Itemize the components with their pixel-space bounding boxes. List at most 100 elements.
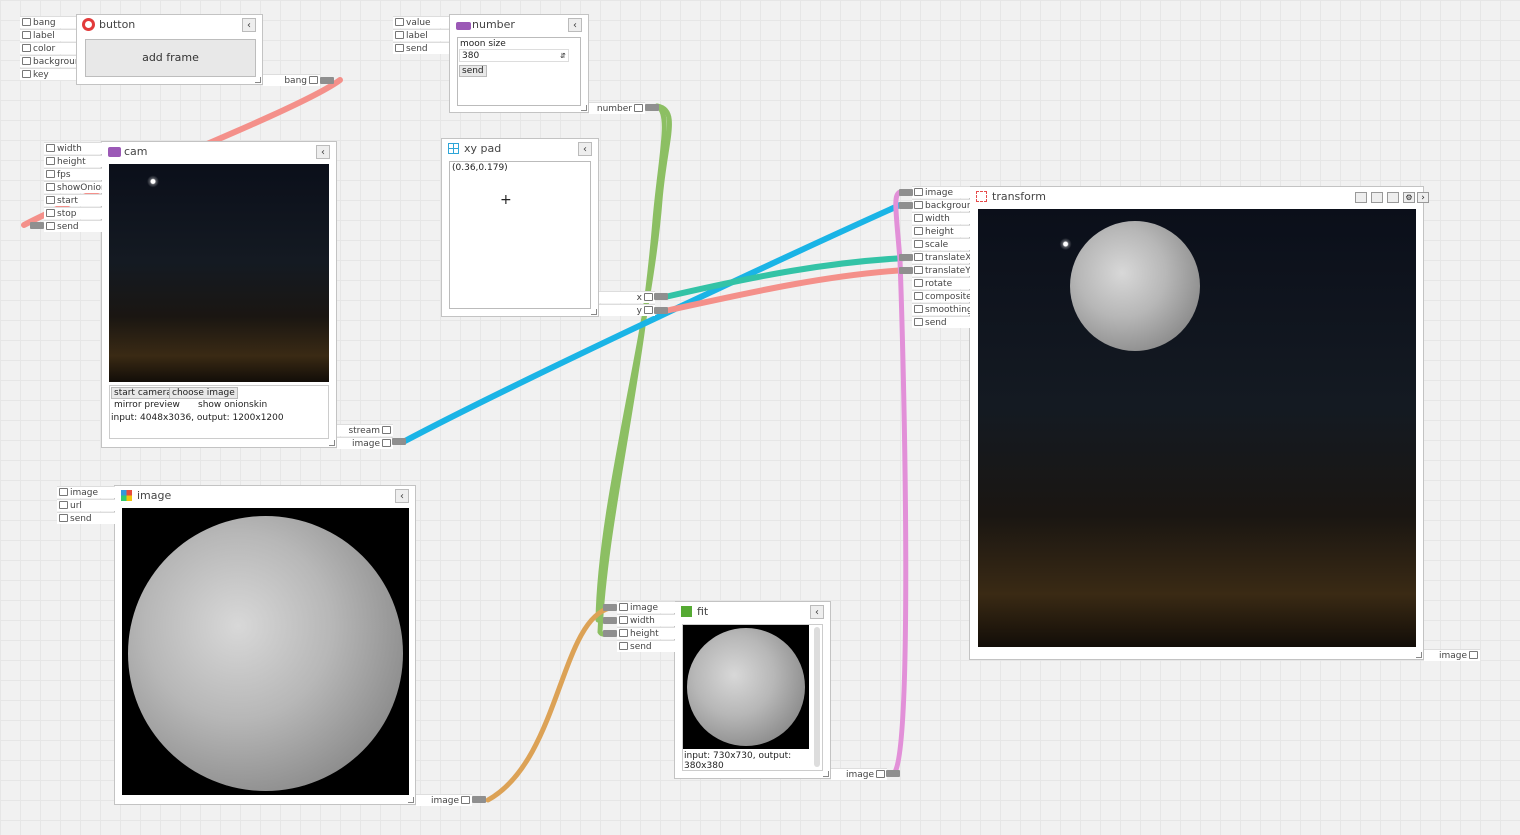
- port-width[interactable]: width: [912, 212, 970, 224]
- resize-handle[interactable]: [255, 77, 261, 83]
- node-header[interactable]: cam ‹: [102, 142, 336, 162]
- chevron-left-icon[interactable]: ‹: [578, 142, 592, 156]
- port-bang[interactable]: bang: [20, 16, 76, 28]
- wire-number-to-fit-width[interactable]: [595, 103, 672, 623]
- port-url[interactable]: url: [57, 499, 115, 511]
- port-label[interactable]: label: [393, 29, 449, 41]
- port-height[interactable]: height: [617, 627, 675, 639]
- port-showonionskin[interactable]: showOnionskin: [44, 181, 102, 193]
- port-send[interactable]: send: [617, 640, 675, 652]
- plug[interactable]: [899, 254, 913, 261]
- port-scale[interactable]: scale: [912, 238, 970, 250]
- port-width[interactable]: width: [617, 614, 675, 626]
- port-stop[interactable]: stop: [44, 207, 102, 219]
- plug[interactable]: [645, 104, 659, 111]
- node-header[interactable]: fit ‹: [675, 602, 830, 622]
- send-button[interactable]: send: [459, 65, 487, 77]
- trash-icon[interactable]: [1371, 192, 1383, 203]
- wire-image-to-fit[interactable]: [485, 605, 613, 803]
- resize-handle[interactable]: [1416, 652, 1422, 658]
- copy-icon[interactable]: [1387, 192, 1399, 203]
- number-node[interactable]: number ‹ moon size 380 ⇵ send: [449, 14, 589, 113]
- node-header[interactable]: number ‹: [450, 15, 588, 35]
- port-out-bang[interactable]: bang: [263, 74, 320, 86]
- port-out-y[interactable]: y: [599, 304, 655, 316]
- plug[interactable]: [654, 307, 668, 314]
- port-height[interactable]: height: [912, 225, 970, 237]
- plug[interactable]: [886, 770, 900, 777]
- transform-node[interactable]: transform ⚙ ›: [969, 186, 1429, 660]
- number-input[interactable]: 380 ⇵: [459, 49, 569, 62]
- xypad-node[interactable]: xy pad ‹ (0.36,0.179) +: [441, 138, 599, 317]
- scrollbar[interactable]: [814, 627, 820, 767]
- plug[interactable]: [392, 438, 406, 445]
- port-out-image[interactable]: image: [416, 794, 472, 806]
- plug[interactable]: [899, 202, 913, 209]
- fit-node[interactable]: fit ‹ input: 730x730, output: 380x380: [674, 601, 831, 779]
- start-camera-button[interactable]: start camera: [111, 387, 175, 399]
- plug[interactable]: [603, 630, 617, 637]
- node-header[interactable]: image ‹: [115, 486, 415, 506]
- save-icon[interactable]: [1355, 192, 1367, 203]
- plug[interactable]: [30, 222, 44, 229]
- chevron-left-icon[interactable]: ‹: [242, 18, 256, 32]
- port-fps[interactable]: fps: [44, 168, 102, 180]
- chevron-left-icon[interactable]: ‹: [810, 605, 824, 619]
- crosshair-icon[interactable]: +: [500, 192, 512, 208]
- port-send[interactable]: send: [912, 316, 970, 328]
- resize-handle[interactable]: [581, 105, 587, 111]
- node-header[interactable]: xy pad ‹: [442, 139, 598, 159]
- port-composite[interactable]: composite: [912, 290, 970, 302]
- plug[interactable]: [654, 293, 668, 300]
- chevron-right-icon[interactable]: ›: [1417, 192, 1429, 203]
- port-out-image[interactable]: image: [337, 437, 393, 449]
- port-color[interactable]: color: [20, 42, 76, 54]
- plug[interactable]: [899, 189, 913, 196]
- port-image[interactable]: image: [912, 186, 970, 198]
- add-frame-button[interactable]: add frame: [85, 39, 256, 77]
- port-send[interactable]: send: [44, 220, 102, 232]
- port-label[interactable]: label: [20, 29, 76, 41]
- port-out-image[interactable]: image: [1424, 649, 1480, 661]
- port-out-stream[interactable]: stream: [337, 424, 393, 436]
- port-out-x[interactable]: x: [599, 291, 655, 303]
- resize-handle[interactable]: [823, 771, 829, 777]
- stepper-icon[interactable]: ⇵: [560, 50, 566, 62]
- port-width[interactable]: width: [44, 142, 102, 154]
- port-value[interactable]: value: [393, 16, 449, 28]
- port-rotate[interactable]: rotate: [912, 277, 970, 289]
- port-image[interactable]: image: [57, 486, 115, 498]
- cam-node[interactable]: cam ‹ start camera choose image mirror p…: [101, 141, 337, 448]
- wire-xpad-x-to-translatex[interactable]: [662, 255, 908, 300]
- node-header[interactable]: transform ⚙ ›: [970, 187, 1429, 207]
- chevron-left-icon[interactable]: ‹: [316, 145, 330, 159]
- port-smoothing[interactable]: smoothing: [912, 303, 970, 315]
- plug[interactable]: [899, 267, 913, 274]
- resize-handle[interactable]: [408, 797, 414, 803]
- port-background[interactable]: background: [912, 199, 970, 211]
- show-onionskin-checkbox[interactable]: show onionskin: [198, 400, 267, 410]
- port-translatex[interactable]: translateX: [912, 251, 970, 263]
- wire-fit-to-transform-image[interactable]: [892, 189, 909, 775]
- gear-icon[interactable]: ⚙: [1403, 192, 1415, 203]
- port-send[interactable]: send: [57, 512, 115, 524]
- plug[interactable]: [320, 77, 334, 84]
- image-node[interactable]: image ‹: [114, 485, 416, 805]
- plug[interactable]: [472, 796, 486, 803]
- port-key[interactable]: key: [20, 68, 76, 80]
- port-start[interactable]: start: [44, 194, 102, 206]
- resize-handle[interactable]: [329, 440, 335, 446]
- choose-image-button[interactable]: choose image: [169, 387, 238, 399]
- port-image[interactable]: image: [617, 601, 675, 613]
- node-header[interactable]: button ‹: [77, 15, 262, 35]
- port-out-number[interactable]: number: [589, 102, 645, 114]
- port-send[interactable]: send: [393, 42, 449, 54]
- port-out-image[interactable]: image: [831, 768, 887, 780]
- port-translatey[interactable]: translateY: [912, 264, 970, 276]
- wire-xpad-y-to-translatey[interactable]: [662, 267, 908, 314]
- xy-pad-area[interactable]: (0.36,0.179) +: [449, 161, 591, 309]
- port-height[interactable]: height: [44, 155, 102, 167]
- button-node[interactable]: button ‹ add frame: [76, 14, 263, 85]
- chevron-left-icon[interactable]: ‹: [568, 18, 582, 32]
- resize-handle[interactable]: [591, 309, 597, 315]
